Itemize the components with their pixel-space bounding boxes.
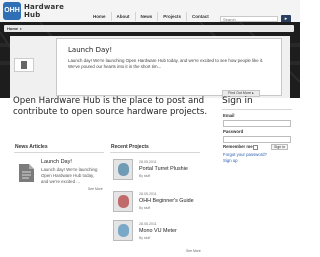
news-divider [14, 152, 104, 153]
nav-contact[interactable]: Contact [187, 12, 214, 21]
password-label: Password [223, 129, 244, 134]
slideshow-panel: Launch Day! Launch day! We're launching … [10, 36, 290, 98]
signin-title: Sign in [222, 96, 253, 106]
vu-meter-image [118, 224, 129, 237]
document-icon [19, 164, 34, 182]
remember-me-checkbox[interactable] [253, 145, 258, 150]
projects-heading: Recent Projects [111, 144, 149, 150]
slide-thumbnail[interactable] [14, 58, 34, 72]
site-header: OHH Hardware Hub Home About News Project… [0, 0, 300, 23]
project-author: By stuff [139, 236, 151, 240]
signup-link[interactable]: Sign up [223, 158, 238, 163]
projects-see-more-link[interactable]: See More [186, 249, 201, 253]
news-article-title[interactable]: Launch Day! [41, 159, 72, 165]
project-author: By stuff [139, 174, 151, 178]
project-name[interactable]: OHH Beginner's Guide [139, 198, 194, 204]
slide-title: Launch Day! [68, 46, 113, 54]
slide-content: Launch Day! Launch day! We're launching … [56, 38, 282, 97]
main-nav: Home About News Projects Contact [88, 12, 214, 21]
logo-text[interactable]: Hardware Hub [24, 3, 64, 19]
chevron-right-icon: ▸ [20, 26, 23, 31]
project-date: 28.05.2011 [139, 222, 157, 226]
logo-icon[interactable]: OHH [3, 2, 21, 20]
nav-news[interactable]: News [136, 12, 159, 21]
forgot-password-link[interactable]: Forgot your password? [223, 152, 267, 157]
guide-image [118, 195, 129, 208]
project-name[interactable]: Portal Turret Plushie [139, 166, 188, 172]
hero-band: Home ▸ Launch Day! Launch day! We're lau… [0, 22, 300, 98]
projects-divider [110, 152, 200, 153]
nav-about[interactable]: About [112, 12, 136, 21]
remember-me-label: Remember me [223, 144, 253, 149]
project-thumbnail[interactable] [113, 159, 133, 180]
logo-line-1: Hardware [24, 3, 65, 11]
email-label: Email [223, 113, 235, 118]
signin-button[interactable]: Sign in [271, 144, 288, 150]
news-article-body: Launch day! We're launching Open Hardwar… [41, 167, 98, 184]
breadcrumb-home[interactable]: Home [7, 25, 18, 32]
email-field[interactable] [223, 120, 291, 127]
document-icon [21, 61, 27, 69]
project-author: By stuff [139, 206, 151, 210]
news-see-more-link[interactable]: See More [88, 187, 103, 191]
signin-divider [222, 109, 292, 110]
turret-image [118, 163, 129, 176]
nav-projects[interactable]: Projects [158, 12, 188, 21]
project-date: 28.05.2011 [139, 192, 157, 196]
nav-home[interactable]: Home [88, 12, 112, 21]
project-thumbnail[interactable] [113, 191, 133, 212]
password-field[interactable] [223, 136, 291, 143]
project-thumbnail[interactable] [113, 220, 133, 241]
news-heading: News Articles [15, 144, 48, 150]
project-name[interactable]: Mono VU Meter [139, 228, 177, 234]
page-headline: Open Hardware Hub is the place to post a… [13, 96, 208, 117]
logo-line-2: Hub [24, 11, 41, 19]
breadcrumb: Home ▸ [4, 25, 294, 32]
slide-body: Launch day! We're launching Open Hardwar… [68, 58, 264, 69]
project-date: 28.05.2011 [139, 160, 157, 164]
